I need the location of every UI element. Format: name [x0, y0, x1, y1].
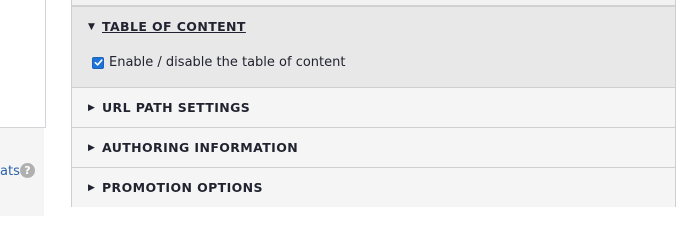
section-table-of-content: ▼ TABLE OF CONTENT Enable / disable the …	[72, 7, 675, 88]
toc-enable-label: Enable / disable the table of content	[109, 55, 346, 70]
help-icon[interactable]: ?	[20, 163, 35, 178]
toc-enable-checkbox[interactable]	[92, 56, 104, 69]
triangle-down-icon: ▼	[88, 21, 96, 32]
section-title: TABLE OF CONTENT	[102, 19, 246, 34]
triangle-right-icon: ▶	[88, 102, 96, 113]
left-column-box	[0, 0, 46, 128]
section-toggle-table-of-content[interactable]: ▼ TABLE OF CONTENT	[88, 19, 246, 34]
section-title: URL PATH SETTINGS	[102, 100, 251, 115]
section-title: AUTHORING INFORMATION	[102, 140, 299, 155]
section-url-path-settings: ▶ URL PATH SETTINGS	[72, 88, 675, 128]
section-authoring-information: ▶ AUTHORING INFORMATION	[72, 128, 675, 168]
section-toggle-promotion-options[interactable]: ▶ PROMOTION OPTIONS	[88, 180, 263, 195]
section-promotion-options: ▶ PROMOTION OPTIONS	[72, 168, 675, 207]
settings-accordion: ▼ TABLE OF CONTENT Enable / disable the …	[71, 0, 676, 207]
toc-enable-row[interactable]: Enable / disable the table of content	[92, 55, 345, 70]
triangle-right-icon: ▶	[88, 182, 96, 193]
section-toggle-url-path-settings[interactable]: ▶ URL PATH SETTINGS	[88, 100, 250, 115]
triangle-right-icon: ▶	[88, 142, 96, 153]
checkmark-icon	[94, 59, 103, 66]
section-toggle-authoring-information[interactable]: ▶ AUTHORING INFORMATION	[88, 140, 298, 155]
text-formats-link[interactable]: ats	[0, 164, 20, 179]
section-title: PROMOTION OPTIONS	[102, 180, 263, 195]
